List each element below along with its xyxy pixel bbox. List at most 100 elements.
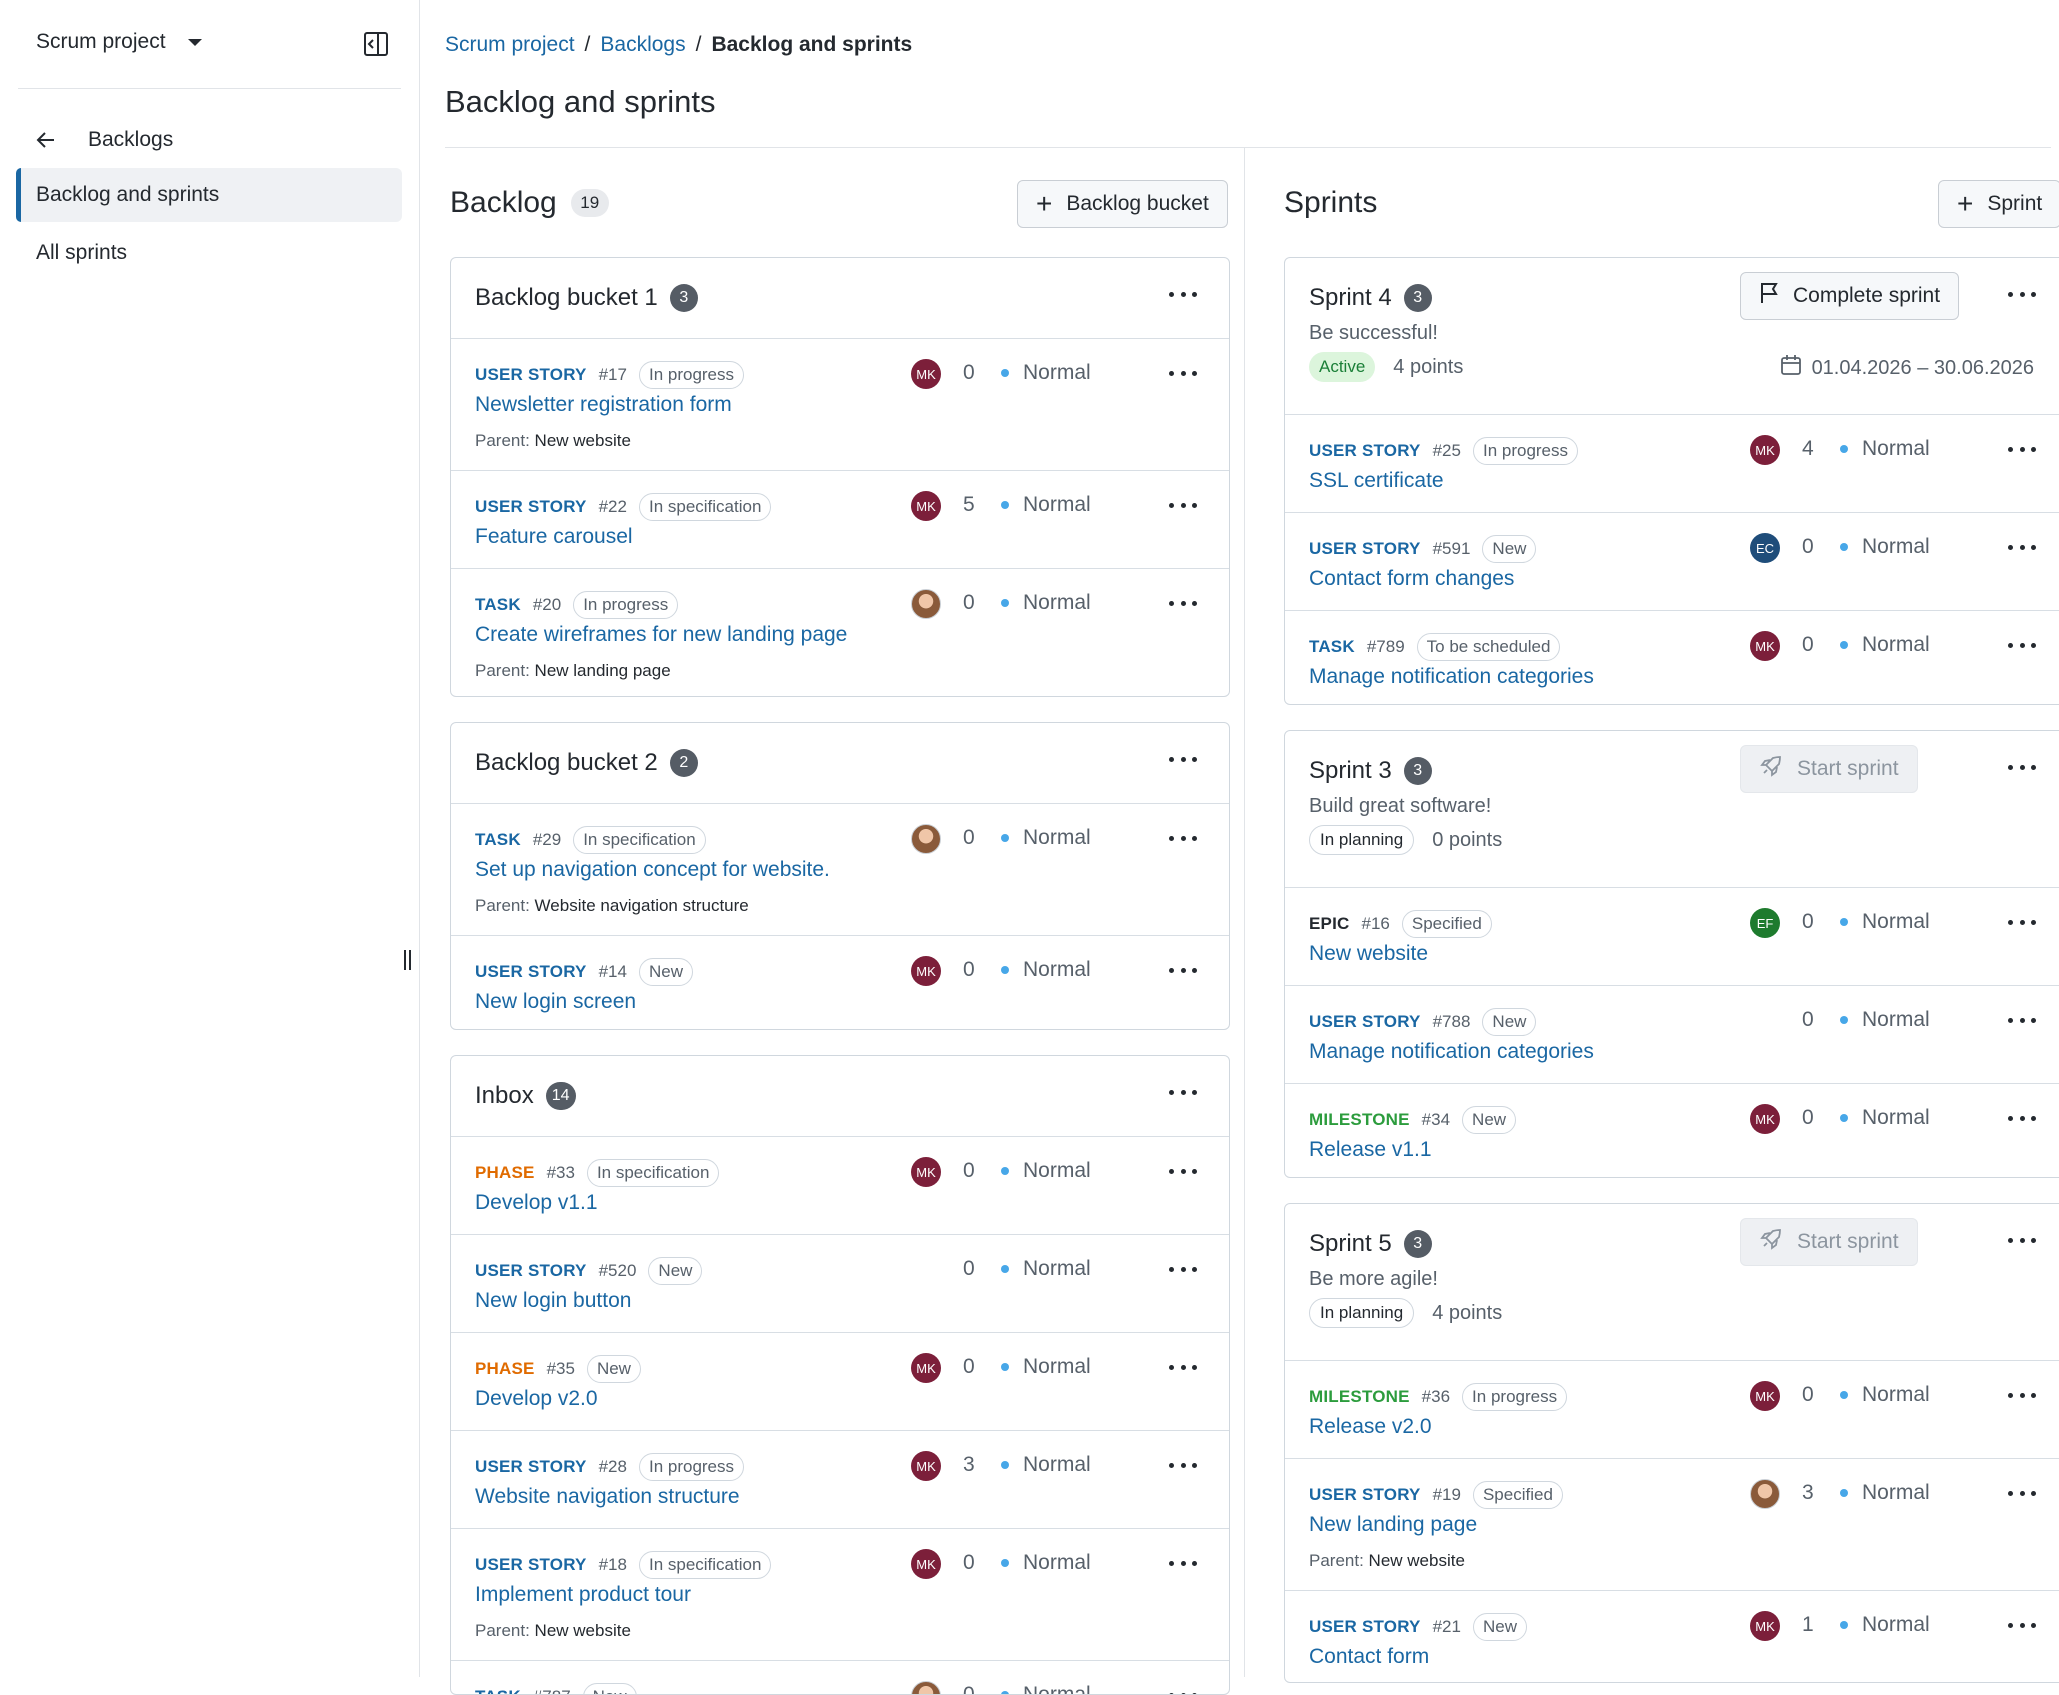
row-more-menu-icon[interactable] (1169, 1459, 1197, 1471)
sidebar-resize-handle[interactable] (402, 950, 414, 972)
work-package-id[interactable]: #14 (599, 962, 627, 982)
work-package-id[interactable]: #34 (1422, 1110, 1450, 1130)
row-more-menu-icon[interactable] (2008, 1014, 2036, 1026)
row-more-menu-icon[interactable] (1169, 597, 1197, 609)
status-badge[interactable]: In progress (1462, 1383, 1568, 1411)
status-badge[interactable]: Specified (1472, 1481, 1563, 1509)
status-badge[interactable]: In specification (638, 1551, 772, 1579)
work-package-subject[interactable]: Develop v2.0 (475, 1387, 598, 1411)
work-package-id[interactable]: #20 (533, 595, 561, 615)
parent-link[interactable]: New website (535, 1621, 631, 1640)
avatar[interactable]: MK (911, 1549, 941, 1579)
row-more-menu-icon[interactable] (1169, 1557, 1197, 1569)
status-badge[interactable]: New (648, 1257, 703, 1285)
back-to-backlogs[interactable]: Backlogs (36, 128, 173, 152)
avatar[interactable]: MK (911, 1353, 941, 1383)
avatar[interactable]: MK (911, 956, 941, 986)
parent-link[interactable]: New landing page (535, 661, 671, 680)
row-more-menu-icon[interactable] (2008, 1389, 2036, 1401)
avatar[interactable]: MK (1750, 435, 1780, 465)
work-package-subject[interactable]: New login screen (475, 990, 636, 1014)
work-package-id[interactable]: #29 (533, 830, 561, 850)
parent-link[interactable]: New website (535, 431, 631, 450)
work-package-subject[interactable]: New login button (475, 1289, 631, 1313)
avatar[interactable]: MK (1750, 1381, 1780, 1411)
sprint-more-menu-icon[interactable] (2008, 288, 2036, 300)
status-badge[interactable]: New (638, 958, 693, 986)
sprint-more-menu-icon[interactable] (2008, 761, 2036, 773)
work-package-subject[interactable]: Release v1.1 (1309, 1138, 1432, 1162)
row-more-menu-icon[interactable] (2008, 1487, 2036, 1499)
row-more-menu-icon[interactable] (2008, 1112, 2036, 1124)
row-more-menu-icon[interactable] (2008, 1619, 2036, 1631)
work-package-id[interactable]: #18 (599, 1555, 627, 1575)
work-package-subject[interactable]: Manage notification categories (1309, 665, 1594, 689)
status-badge[interactable]: To be scheduled (1416, 633, 1561, 661)
breadcrumb-backlogs[interactable]: Backlogs (600, 33, 685, 57)
status-badge[interactable]: Specified (1401, 910, 1492, 938)
work-package-id[interactable]: #22 (599, 497, 627, 517)
avatar[interactable] (911, 589, 941, 619)
avatar[interactable]: EC (1750, 533, 1780, 563)
project-switcher[interactable]: Scrum project (36, 30, 202, 54)
work-package-id[interactable]: #591 (1433, 539, 1471, 559)
status-badge[interactable]: New (1482, 535, 1537, 563)
collapse-sidebar-icon[interactable] (362, 30, 390, 58)
status-badge[interactable]: In specification (638, 493, 772, 521)
row-more-menu-icon[interactable] (1169, 1689, 1197, 1694)
work-package-subject[interactable]: Contact form (1309, 1645, 1429, 1669)
work-package-subject[interactable]: Website navigation structure (475, 1485, 740, 1509)
work-package-subject[interactable]: Manage notification categories (1309, 1040, 1594, 1064)
complete-sprint-button[interactable]: Complete sprint (1740, 272, 1960, 320)
work-package-subject[interactable]: Release v2.0 (1309, 1415, 1432, 1439)
avatar[interactable]: MK (911, 491, 941, 521)
breadcrumb-project[interactable]: Scrum project (445, 33, 575, 57)
work-package-subject[interactable]: Develop v1.1 (475, 1191, 598, 1215)
status-badge[interactable]: New (1472, 1613, 1527, 1641)
row-more-menu-icon[interactable] (1169, 1165, 1197, 1177)
status-badge[interactable]: In specification (586, 1159, 720, 1187)
status-badge[interactable]: In progress (638, 1453, 745, 1481)
work-package-id[interactable]: #33 (547, 1163, 575, 1183)
avatar[interactable] (1750, 1479, 1780, 1509)
parent-link[interactable]: New website (1369, 1551, 1465, 1570)
avatar[interactable]: MK (911, 359, 941, 389)
work-package-id[interactable]: #19 (1433, 1485, 1461, 1505)
row-more-menu-icon[interactable] (1169, 1361, 1197, 1373)
avatar[interactable]: MK (911, 1451, 941, 1481)
work-package-id[interactable]: #16 (1361, 914, 1389, 934)
bucket-more-menu-icon[interactable] (1169, 753, 1197, 765)
work-package-id[interactable]: #789 (1367, 637, 1405, 657)
status-badge[interactable]: New (1482, 1008, 1537, 1036)
status-badge[interactable]: New (1462, 1106, 1517, 1134)
row-more-menu-icon[interactable] (2008, 443, 2036, 455)
row-more-menu-icon[interactable] (1169, 832, 1197, 844)
work-package-id[interactable]: #17 (599, 365, 627, 385)
add-backlog-bucket-button[interactable]: + Backlog bucket (1017, 180, 1228, 228)
work-package-subject[interactable]: Create wireframes for new landing page (475, 623, 847, 647)
status-badge[interactable]: New (586, 1355, 641, 1383)
bucket-more-menu-icon[interactable] (1169, 1086, 1197, 1098)
work-package-subject[interactable]: Implement product tour (475, 1583, 691, 1607)
work-package-id[interactable]: #21 (1433, 1617, 1461, 1637)
work-package-subject[interactable]: Feature carousel (475, 525, 633, 549)
parent-link[interactable]: Website navigation structure (535, 896, 749, 915)
work-package-subject[interactable]: Set up navigation concept for website. (475, 858, 830, 882)
status-badge[interactable]: In progress (1472, 437, 1579, 465)
work-package-id[interactable]: #28 (599, 1457, 627, 1477)
status-badge[interactable]: In progress (638, 361, 745, 389)
sidebar-item-backlog-and-sprints[interactable]: Backlog and sprints (16, 168, 402, 222)
avatar[interactable]: EF (1750, 908, 1780, 938)
avatar[interactable]: MK (1750, 1611, 1780, 1641)
avatar[interactable]: MK (1750, 631, 1780, 661)
row-more-menu-icon[interactable] (2008, 916, 2036, 928)
avatar[interactable] (911, 824, 941, 854)
work-package-subject[interactable]: SSL certificate (1309, 469, 1444, 493)
row-more-menu-icon[interactable] (1169, 964, 1197, 976)
avatar[interactable]: MK (911, 1157, 941, 1187)
work-package-id[interactable]: #788 (1433, 1012, 1471, 1032)
work-package-subject[interactable]: Contact form changes (1309, 567, 1514, 591)
sprint-more-menu-icon[interactable] (2008, 1234, 2036, 1246)
work-package-id[interactable]: #36 (1422, 1387, 1450, 1407)
work-package-subject[interactable]: New website (1309, 942, 1428, 966)
